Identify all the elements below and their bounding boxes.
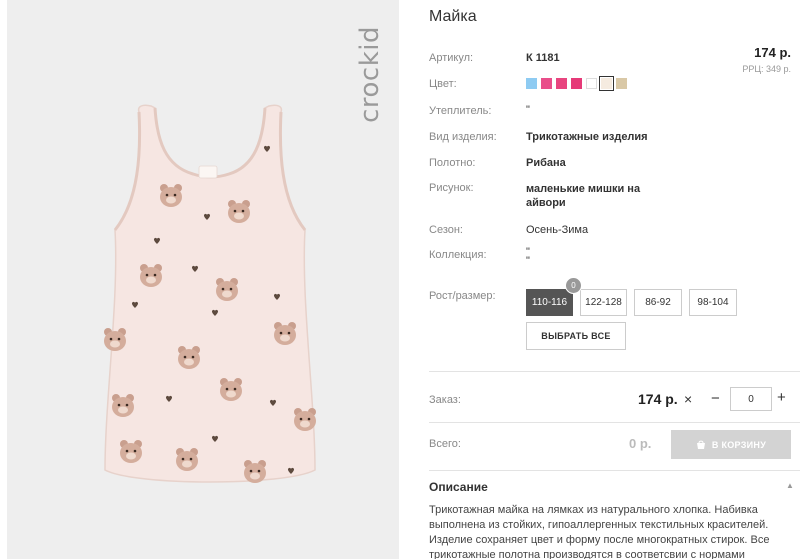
divider [429,470,800,471]
size-label: 98-104 [697,297,729,308]
spec-label-color: Цвет: [429,78,457,90]
remove-icon[interactable]: × [684,391,692,407]
color-swatch[interactable] [526,78,537,89]
spec-label-pattern: Рисунок: [429,182,474,194]
size-label: 86-92 [645,297,671,308]
add-to-cart-button[interactable]: В КОРЗИНУ [671,430,791,459]
select-all-button[interactable]: ВЫБРАТЬ ВСЕ [526,322,626,350]
color-swatch[interactable] [541,78,552,89]
spec-label-season: Сезон: [429,224,463,236]
decrease-qty-button[interactable]: − [711,390,720,407]
color-swatch[interactable] [556,78,567,89]
total-label: Всего: [429,438,461,450]
product-title: Майка [429,8,477,25]
order-price: 174 р. [638,391,678,407]
product-info: Майка 174 р. РРЦ: 349 р. Артикул: К 1181… [429,0,800,559]
spec-value-collection: " " [526,246,530,267]
cart-icon [696,440,705,449]
rrp-price: РРЦ: 349 р. [742,64,791,74]
spec-label-insulation: Утеплитель: [429,105,492,117]
spec-value-insulation: " [526,104,530,116]
size-label: 122-128 [585,297,622,308]
spec-label-article: Артикул: [429,52,474,64]
spec-value-type: Трикотажные изделия [526,131,648,143]
divider [429,422,800,423]
increase-qty-button[interactable]: + [777,389,786,406]
color-swatches [526,76,627,91]
product-photo[interactable]: crockid [7,0,399,559]
spec-value-fabric: Рибана [526,157,566,169]
color-swatch[interactable] [586,78,597,89]
spec-label-type: Вид изделия: [429,131,497,143]
order-label: Заказ: [429,394,461,406]
color-swatch[interactable] [571,78,582,89]
spec-value-season: Осень-Зима [526,224,589,236]
color-swatch[interactable] [616,78,627,89]
size-options: 110-116 0 122-128 86-92 98-104 [526,277,737,316]
tank-top-image [104,104,316,483]
size-label: 110-116 [531,297,568,308]
description-text: Трикотажная майка на лямках из натуральн… [429,504,770,559]
size-option-122-128[interactable]: 122-128 [580,289,627,316]
quantity-input[interactable] [730,387,772,411]
description-heading[interactable]: Описание [429,480,488,494]
spec-label-size: Рост/размер: [429,290,496,302]
total-price: 0 р. [629,436,652,451]
spec-label-collection: Коллекция: [429,249,487,261]
spec-value-article: К 1181 [526,52,560,64]
size-option-98-104[interactable]: 98-104 [689,289,737,316]
color-swatch-selected[interactable] [599,76,614,91]
spec-value-pattern: маленькие мишки на айвори [526,183,641,209]
size-option-110-116[interactable]: 110-116 0 [526,277,582,316]
product-price: 174 р. [754,45,791,60]
brand-logo: crockid [355,26,385,123]
size-count-badge: 0 [565,277,582,294]
collapse-arrow-icon[interactable]: ▲ [786,481,794,490]
divider [429,371,800,372]
size-option-86-92[interactable]: 86-92 [634,289,682,316]
spec-label-fabric: Полотно: [429,157,476,169]
cart-button-label: В КОРЗИНУ [711,439,767,450]
